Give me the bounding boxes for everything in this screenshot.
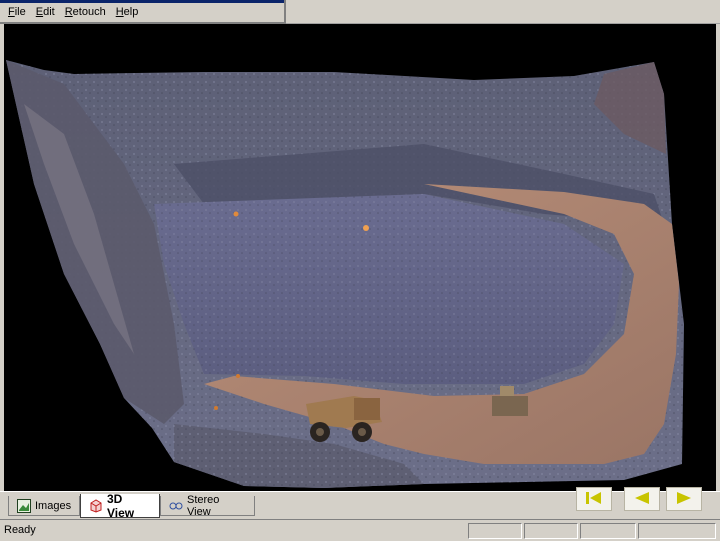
status-pane-3 — [580, 523, 636, 539]
images-icon — [17, 498, 31, 513]
menu-file[interactable]: File — [8, 6, 26, 18]
menu-retouch[interactable]: Retouch — [65, 6, 106, 18]
status-pane-2 — [524, 523, 578, 539]
3d-view-icon — [89, 498, 103, 513]
previous-button[interactable] — [624, 487, 660, 511]
mine-pit-model[interactable] — [4, 24, 716, 491]
status-pane-1 — [468, 523, 522, 539]
stereo-view-icon — [169, 499, 183, 513]
tab-images[interactable]: Images — [8, 496, 80, 516]
tab-3d-view[interactable]: 3D View — [80, 492, 160, 520]
menu-help[interactable]: Help — [116, 6, 139, 18]
first-icon — [583, 491, 605, 508]
next-button[interactable] — [666, 487, 702, 511]
status-bar: Ready — [0, 519, 720, 541]
menu-bar: File Edit Retouch Help — [0, 0, 286, 24]
toolbar-area — [286, 0, 720, 24]
3d-viewport[interactable] — [4, 24, 716, 491]
status-pane-4 — [638, 523, 716, 539]
view-tabs: Images 3D View Stereo View — [0, 491, 720, 520]
menu-edit[interactable]: Edit — [36, 6, 55, 18]
status-text: Ready — [4, 524, 36, 536]
first-button[interactable] — [576, 487, 612, 511]
next-icon — [673, 491, 695, 508]
tab-stereo-view[interactable]: Stereo View — [160, 494, 255, 518]
previous-icon — [631, 491, 653, 508]
